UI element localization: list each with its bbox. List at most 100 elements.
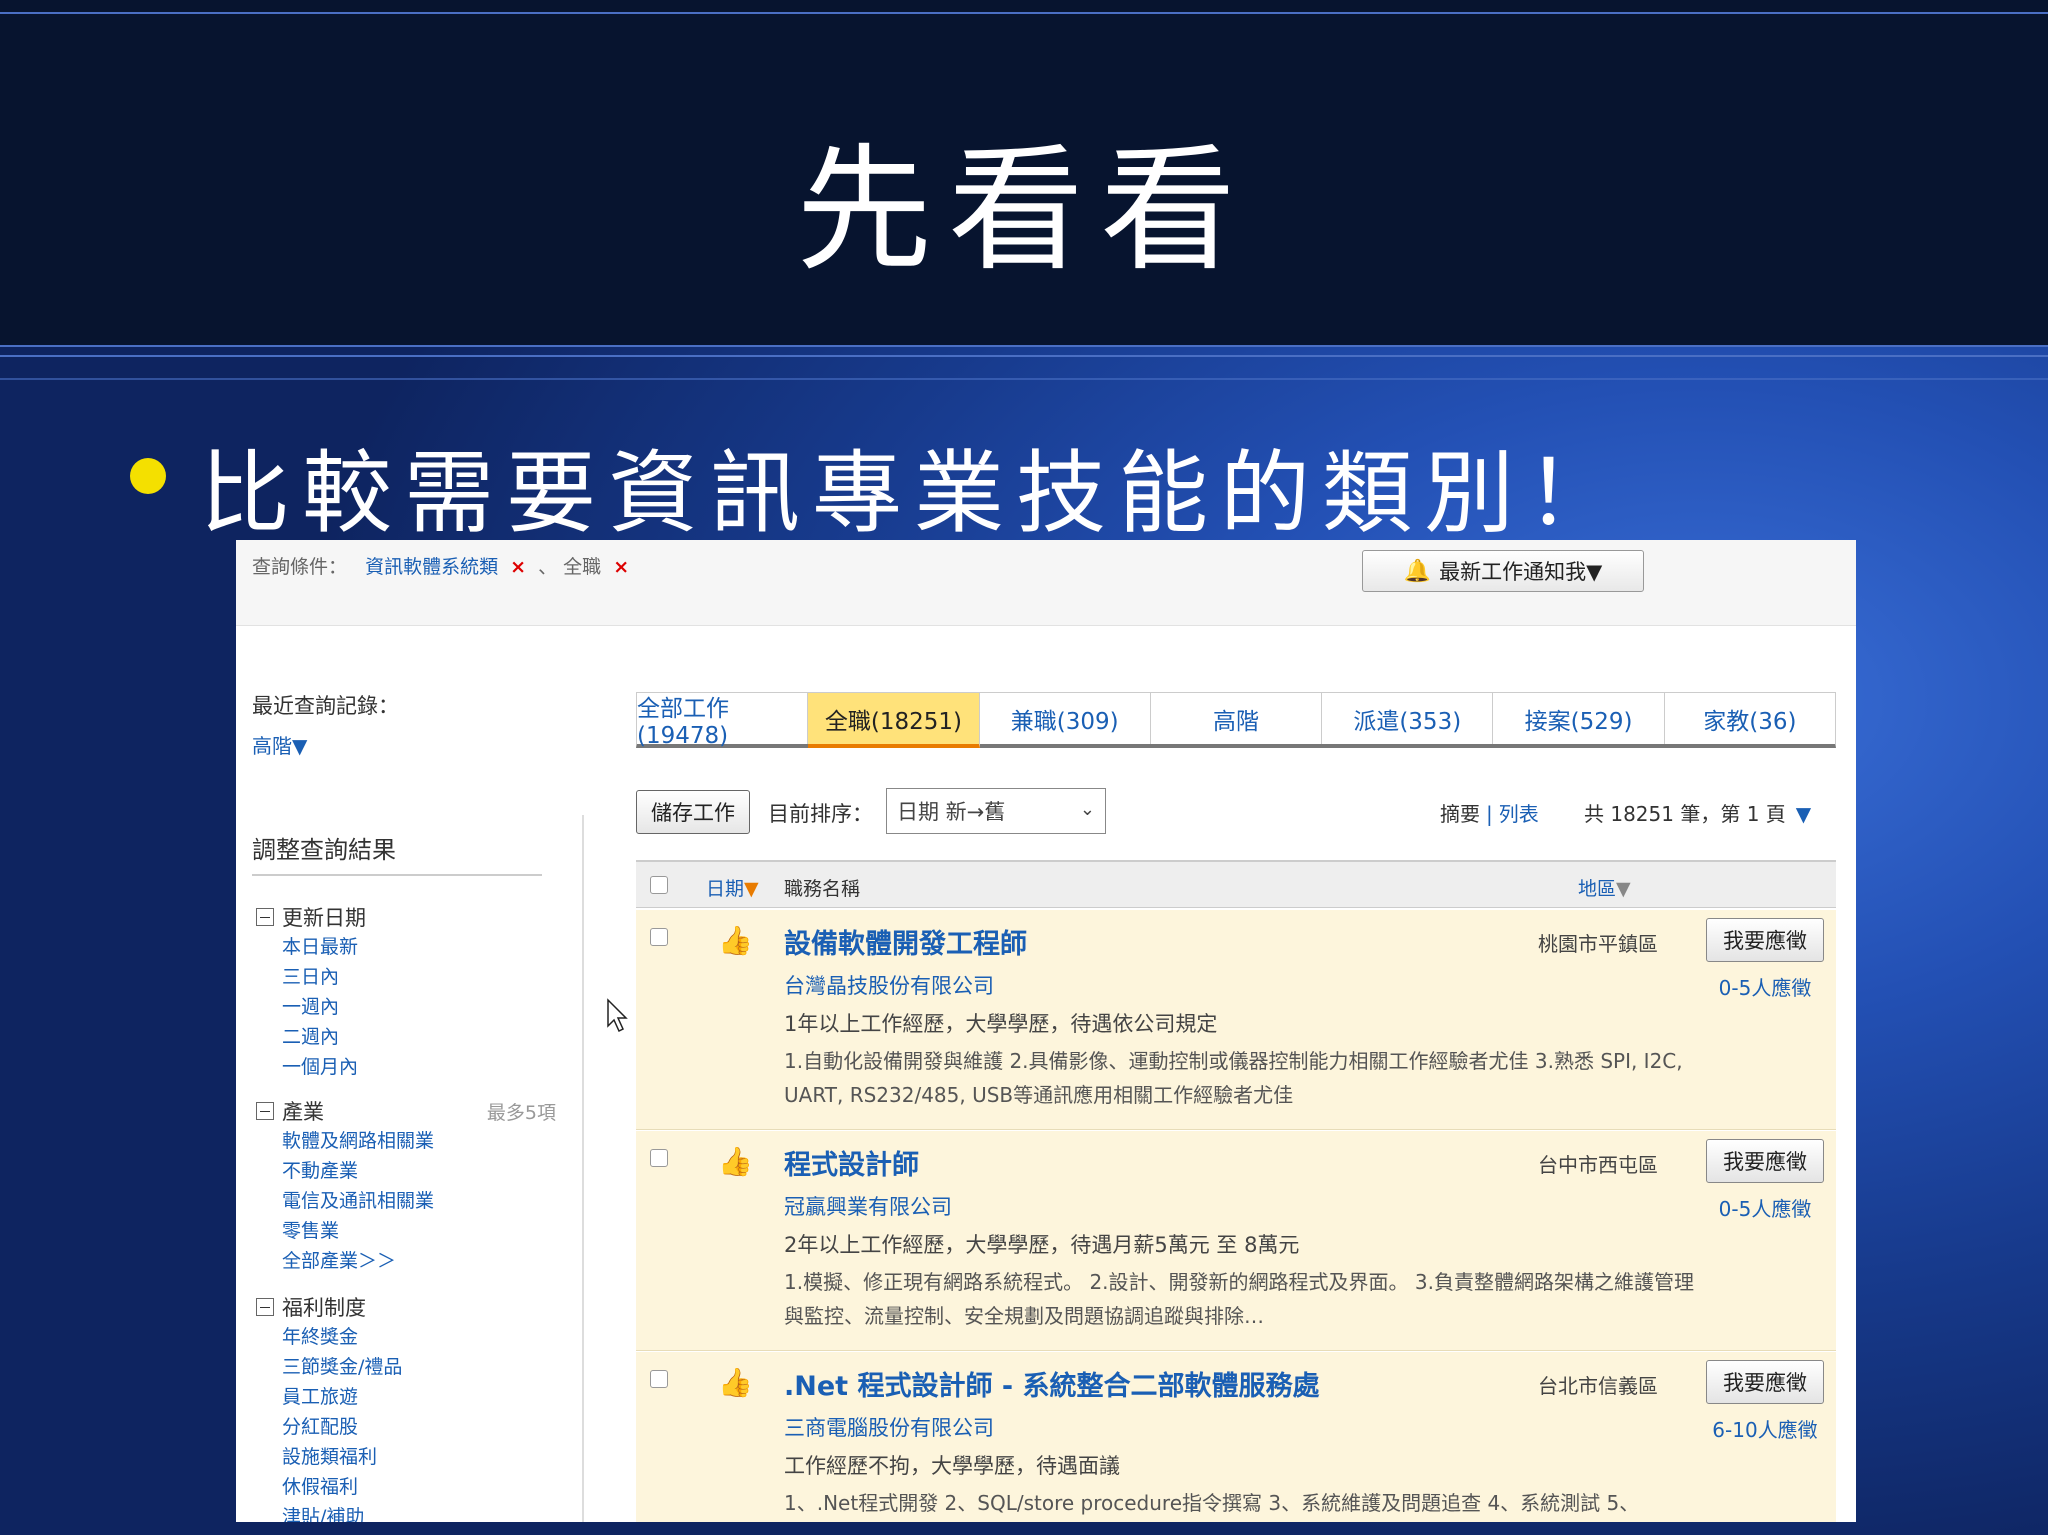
view-summary[interactable]: 摘要 bbox=[1440, 802, 1480, 826]
job-checkbox[interactable] bbox=[650, 1149, 668, 1167]
tab-executive[interactable]: 高階 bbox=[1150, 693, 1323, 744]
bell-icon: 🔔 bbox=[1403, 558, 1432, 584]
sort-arrow-icon: ▼ bbox=[744, 878, 759, 900]
job-title-link[interactable]: .Net 程式設計師 - 系統整合二部軟體服務處 bbox=[784, 1364, 1319, 1403]
view-separator: | bbox=[1486, 802, 1493, 826]
tab-all[interactable]: 全部工作(19478) bbox=[637, 693, 809, 749]
filter-item[interactable]: 零售業 bbox=[256, 1216, 556, 1246]
collapse-icon[interactable] bbox=[256, 908, 274, 926]
results-header: 日期▼ 職務名稱 地區▼ bbox=[636, 860, 1836, 908]
recent-query-link[interactable]: 高階▼ bbox=[252, 730, 552, 759]
filter-item[interactable]: 本日最新 bbox=[256, 932, 556, 962]
job-search-screenshot: 查詢條件： 資訊軟體系統類 × 、 全職 × 🔔 最新工作通知我▼ 最近查詢記錄… bbox=[236, 540, 1856, 1522]
collapse-icon[interactable] bbox=[256, 1102, 274, 1120]
filter-item[interactable]: 電信及通訊相關業 bbox=[256, 1186, 556, 1216]
filter-item[interactable]: 全部產業＞＞ bbox=[256, 1246, 556, 1276]
company-link[interactable]: 三商電腦股份有限公司 bbox=[784, 1412, 994, 1442]
filter-item[interactable]: 一週內 bbox=[256, 992, 556, 1022]
apply-button[interactable]: 我要應徵 bbox=[1706, 918, 1824, 962]
adjust-divider bbox=[252, 874, 542, 876]
filter-item[interactable]: 分紅配股 bbox=[256, 1412, 556, 1442]
sort-label: 目前排序： bbox=[768, 802, 873, 826]
column-divider bbox=[582, 815, 584, 1522]
apply-button[interactable]: 我要應徵 bbox=[1706, 1360, 1824, 1404]
job-summary: 2年以上工作經歷，大學學歷，待遇月薪5萬元 至 8萬元 bbox=[784, 1233, 1300, 1257]
sort-arrow-icon: ▼ bbox=[1616, 878, 1631, 900]
notify-me-button[interactable]: 🔔 最新工作通知我▼ bbox=[1362, 550, 1644, 592]
header-rule-low bbox=[0, 355, 2048, 357]
filter-item[interactable]: 三日內 bbox=[256, 962, 556, 992]
job-summary: 1年以上工作經歷，大學學歷，待遇依公司規定 bbox=[784, 1012, 1218, 1036]
filter-item[interactable]: 不動產業 bbox=[256, 1156, 556, 1186]
job-checkbox[interactable] bbox=[650, 928, 668, 946]
result-count: 共 18251 筆，第 1 頁 bbox=[1584, 802, 1786, 826]
tab-fulltime[interactable]: 全職(18251) bbox=[808, 693, 980, 748]
tab-dispatch[interactable]: 派遣(353) bbox=[1322, 693, 1494, 744]
sort-by-area[interactable]: 地區▼ bbox=[1578, 874, 1631, 901]
job-listing: 👍 程式設計師 冠贏興業有限公司 2年以上工作經歷，大學學歷，待遇月薪5萬元 至… bbox=[636, 1131, 1836, 1351]
filter-benefits: 福利制度 年終獎金 三節獎金/禮品 員工旅遊 分紅配股 設施類福利 休假福利 津… bbox=[256, 1292, 556, 1522]
criteria-separator: 、 bbox=[538, 556, 558, 578]
page-dropdown-icon[interactable]: ▼ bbox=[1796, 802, 1811, 826]
job-listing: 👍 設備軟體開發工程師 台灣晶技股份有限公司 1年以上工作經歷，大學學歷，待遇依… bbox=[636, 910, 1836, 1130]
notify-label: 最新工作通知我▼ bbox=[1439, 560, 1603, 584]
applicant-count[interactable]: 0-5人應徵 bbox=[1706, 972, 1824, 1001]
header-rule-top bbox=[0, 12, 2048, 14]
remove-jobtype-icon[interactable]: × bbox=[613, 556, 629, 578]
tab-freelance[interactable]: 接案(529) bbox=[1493, 693, 1665, 744]
filter-item[interactable]: 設施類福利 bbox=[256, 1442, 556, 1472]
job-description: 1.模擬、修正現有網路系統程式。 2.設計、開發新的網路程式及界面。 3.負責整… bbox=[784, 1270, 1694, 1328]
recent-queries-label: 最近查詢記錄： bbox=[252, 694, 399, 718]
view-toggle: 摘要 | 列表 bbox=[1440, 798, 1539, 827]
slide-bullet: 比較需要資訊專業技能的類別！ bbox=[200, 441, 1628, 546]
chevron-down-icon: ⌄ bbox=[1079, 799, 1095, 820]
page-info: 共 18251 筆，第 1 頁 ▼ bbox=[1584, 798, 1811, 827]
filter-item[interactable]: 年終獎金 bbox=[256, 1322, 556, 1352]
criteria-category-link[interactable]: 資訊軟體系統類 bbox=[365, 556, 498, 578]
filter-limit-note: 最多5項 bbox=[486, 1101, 556, 1124]
sort-by-date[interactable]: 日期▼ bbox=[706, 874, 759, 901]
applicant-count[interactable]: 6-10人應徵 bbox=[1706, 1414, 1824, 1443]
sort-select[interactable]: 日期 新→舊 ⌄ bbox=[886, 788, 1106, 834]
thumbs-up-icon[interactable]: 👍 bbox=[718, 1145, 753, 1178]
select-all-checkbox[interactable] bbox=[650, 876, 668, 894]
header-rule-bottom bbox=[0, 378, 2048, 380]
filter-item[interactable]: 休假福利 bbox=[256, 1472, 556, 1502]
filter-update-date: 更新日期 本日最新 三日內 一週內 二週內 一個月內 bbox=[256, 902, 556, 1082]
search-criteria: 查詢條件： 資訊軟體系統類 × 、 全職 × bbox=[252, 552, 635, 579]
company-link[interactable]: 冠贏興業有限公司 bbox=[784, 1191, 952, 1221]
search-criteria-bar: 查詢條件： 資訊軟體系統類 × 、 全職 × 🔔 最新工作通知我▼ bbox=[236, 540, 1856, 626]
remove-category-icon[interactable]: × bbox=[510, 556, 526, 578]
filter-item[interactable]: 三節獎金/禮品 bbox=[256, 1352, 556, 1382]
filter-item[interactable]: 二週內 bbox=[256, 1022, 556, 1052]
filter-header[interactable]: 福利制度 bbox=[256, 1292, 556, 1322]
slide-title: 先看看 bbox=[796, 132, 1252, 290]
job-title-link[interactable]: 設備軟體開發工程師 bbox=[784, 922, 1027, 961]
job-checkbox[interactable] bbox=[650, 1370, 668, 1388]
tab-parttime[interactable]: 兼職(309) bbox=[979, 693, 1151, 744]
thumbs-up-icon[interactable]: 👍 bbox=[718, 924, 753, 957]
job-title-link[interactable]: 程式設計師 bbox=[784, 1143, 919, 1182]
tab-tutor[interactable]: 家教(36) bbox=[1664, 693, 1835, 744]
apply-button[interactable]: 我要應徵 bbox=[1706, 1139, 1824, 1183]
save-jobs-button[interactable]: 儲存工作 bbox=[636, 790, 750, 834]
bullet-dot bbox=[130, 458, 166, 494]
filter-item[interactable]: 一個月內 bbox=[256, 1052, 556, 1082]
job-type-tabs: 全部工作(19478) 全職(18251) 兼職(309) 高階 派遣(353)… bbox=[636, 692, 1836, 749]
filter-industry: 產業 最多5項 軟體及網路相關業 不動產業 電信及通訊相關業 零售業 全部產業＞＞ bbox=[256, 1096, 556, 1276]
job-description: 1、.Net程式開發 2、SQL/store procedure指令撰寫 3、系… bbox=[784, 1491, 1640, 1515]
recent-queries: 最近查詢記錄： 高階▼ bbox=[252, 690, 552, 759]
company-link[interactable]: 台灣晶技股份有限公司 bbox=[784, 970, 994, 1000]
job-area: 桃園市平鎮區 bbox=[1538, 932, 1658, 956]
collapse-icon[interactable] bbox=[256, 1298, 274, 1316]
view-list-link[interactable]: 列表 bbox=[1499, 802, 1539, 826]
filter-header[interactable]: 產業 最多5項 bbox=[256, 1096, 556, 1126]
filter-item[interactable]: 津貼/補助 bbox=[256, 1502, 556, 1522]
adjust-results-title: 調整查詢結果 bbox=[252, 836, 396, 864]
sort-value: 日期 新→舊 bbox=[897, 800, 1006, 824]
filter-item[interactable]: 員工旅遊 bbox=[256, 1382, 556, 1412]
applicant-count[interactable]: 0-5人應徵 bbox=[1706, 1193, 1824, 1222]
thumbs-up-icon[interactable]: 👍 bbox=[718, 1366, 753, 1399]
filter-header[interactable]: 更新日期 bbox=[256, 902, 556, 932]
filter-item[interactable]: 軟體及網路相關業 bbox=[256, 1126, 556, 1156]
